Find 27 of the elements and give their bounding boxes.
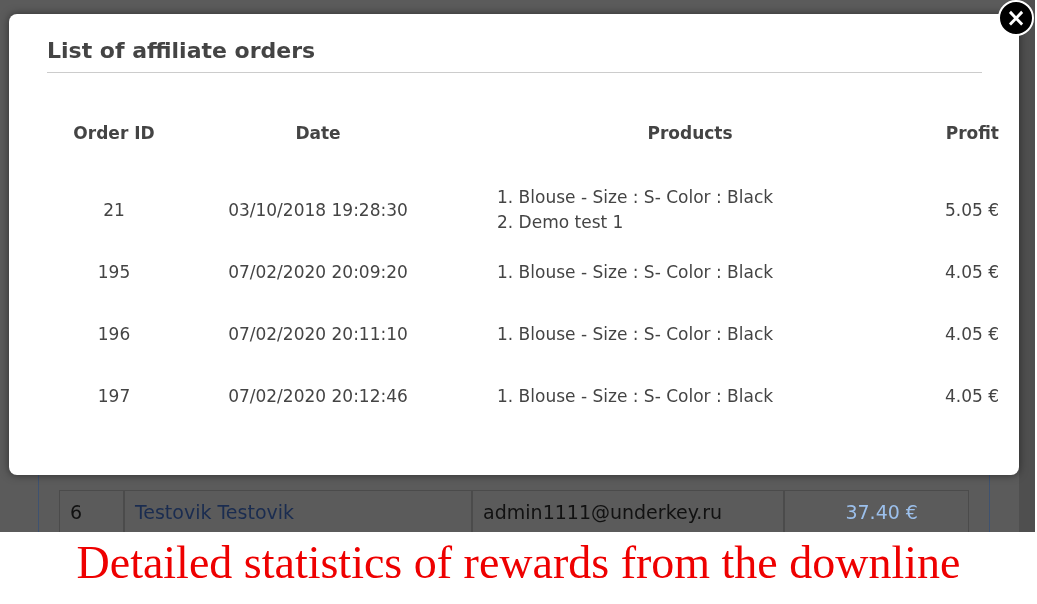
order-date: 07/02/2020 20:12:46 bbox=[227, 386, 409, 406]
column-header: Date bbox=[294, 123, 342, 143]
close-button[interactable]: × bbox=[998, 0, 1034, 36]
product-item: 1. Blouse - Size : S- Color : Black bbox=[497, 186, 775, 209]
profit-amount: 4.05 € bbox=[943, 386, 999, 406]
profit-amount: 4.05 € bbox=[943, 324, 999, 344]
column-header: Products bbox=[646, 123, 734, 143]
caption: Detailed statistics of rewards from the downline bbox=[75, 536, 962, 590]
order-date: 07/02/2020 20:11:10 bbox=[227, 324, 409, 344]
profit-amount: 5.05 € bbox=[943, 200, 999, 220]
order-id: 196 bbox=[96, 324, 132, 344]
product-item: 1. Blouse - Size : S- Color : Black bbox=[497, 384, 775, 408]
order-id: 21 bbox=[102, 200, 126, 220]
product-item: 2. Demo test 1 bbox=[497, 211, 625, 234]
order-date: 07/02/2020 20:09:20 bbox=[227, 262, 409, 282]
profit-amount: 4.05 € bbox=[943, 262, 999, 282]
cell-text: 6 bbox=[70, 500, 83, 523]
product-item: 1. Blouse - Size : S- Color : Black bbox=[497, 322, 775, 346]
amount-text: 37.40 € bbox=[845, 500, 918, 523]
order-id: 195 bbox=[96, 262, 132, 282]
product-item: 1. Blouse - Size : S- Color : Black bbox=[497, 260, 775, 284]
order-date: 03/10/2018 19:28:30 bbox=[227, 200, 409, 220]
column-header: Profit bbox=[944, 123, 999, 143]
column-header: Order ID bbox=[72, 123, 156, 143]
cell-text: admin1111@underkey.ru bbox=[483, 500, 723, 523]
modal-title: List of affiliate orders bbox=[47, 36, 982, 73]
order-id: 197 bbox=[96, 386, 132, 406]
